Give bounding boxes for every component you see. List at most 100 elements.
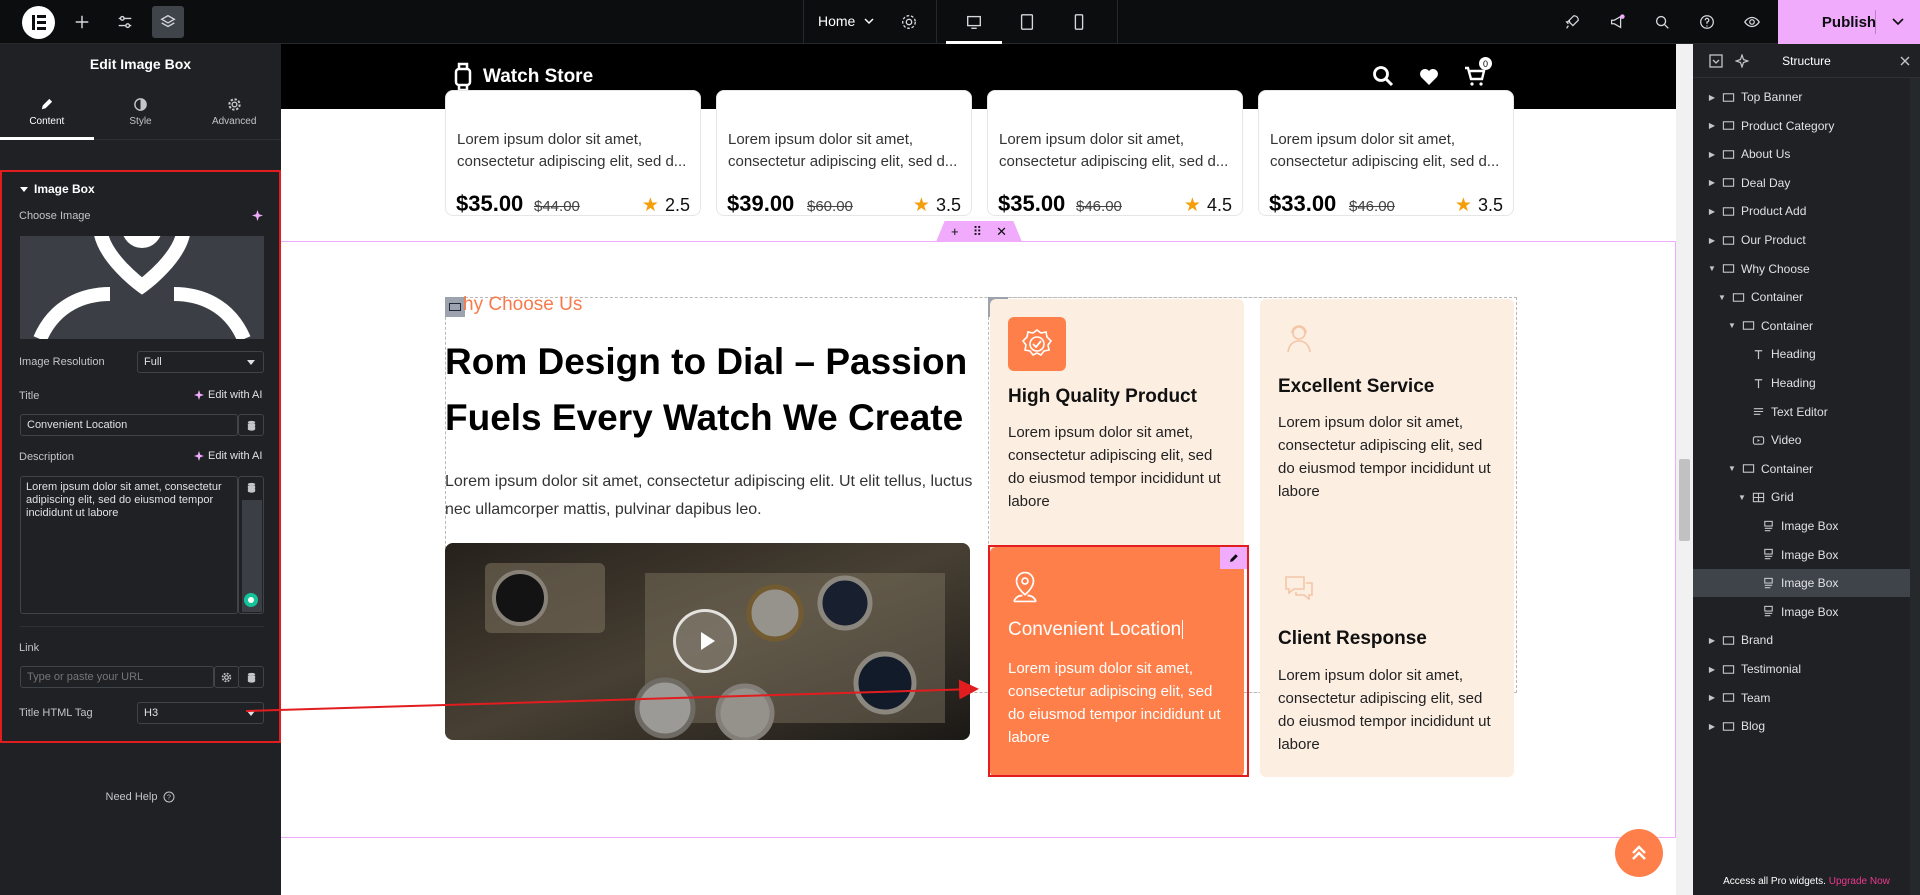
caret-right-icon[interactable]: ▶	[1707, 665, 1717, 674]
dynamic-tags-button[interactable]	[238, 414, 264, 436]
publish-button[interactable]: Publish	[1778, 0, 1920, 44]
collapse-all-icon[interactable]	[1709, 54, 1723, 68]
site-logo[interactable]: Watch Store	[453, 62, 593, 92]
navigator-item[interactable]: ▶ Brand	[1693, 626, 1920, 654]
grammarly-icon[interactable]	[243, 592, 259, 608]
tab-style[interactable]: Style	[94, 84, 188, 139]
layers-icon[interactable]	[152, 6, 184, 38]
delete-section-icon[interactable]: ✕	[996, 224, 1007, 240]
rocket-icon[interactable]	[1560, 10, 1584, 34]
page-settings-icon[interactable]	[897, 10, 921, 34]
section-toggle[interactable]: Image Box	[20, 182, 95, 196]
navigator-item[interactable]: Heading	[1693, 369, 1920, 397]
dynamic-tags-button[interactable]	[238, 476, 264, 498]
help-icon[interactable]	[1695, 10, 1719, 34]
tablet-icon[interactable]	[1015, 10, 1039, 34]
video-player[interactable]	[445, 543, 970, 740]
scrollbar-thumb[interactable]	[1679, 459, 1690, 541]
megaphone-icon[interactable]	[1605, 10, 1629, 34]
image-preview[interactable]	[20, 236, 264, 339]
navigator-item[interactable]: ▶ Deal Day	[1693, 169, 1920, 197]
navigator-item[interactable]: ▶ Team	[1693, 684, 1920, 712]
navigator-item[interactable]: ▶ Product Add	[1693, 197, 1920, 225]
navigator-item[interactable]: Image Box	[1693, 598, 1920, 626]
description-textarea[interactable]	[20, 476, 238, 614]
navigator-item[interactable]: Video	[1693, 426, 1920, 454]
navigator-scrollbar[interactable]	[1910, 78, 1920, 895]
plus-icon[interactable]	[70, 10, 94, 34]
caret-down-icon[interactable]: ▼	[1737, 493, 1747, 502]
navigator-item[interactable]: ▶ Our Product	[1693, 226, 1920, 254]
navigator-item[interactable]: Heading	[1693, 340, 1920, 368]
caret-right-icon[interactable]: ▶	[1707, 178, 1717, 187]
navigator-item[interactable]: ▼ Container	[1693, 283, 1920, 311]
close-icon[interactable]	[1898, 54, 1912, 68]
caret-right-icon[interactable]: ▶	[1707, 236, 1717, 245]
edit-widget-button[interactable]	[1220, 547, 1247, 569]
elementor-logo-icon[interactable]	[22, 6, 55, 39]
product-card[interactable]: Lorem ipsum dolor sit amet, consectetur …	[1258, 90, 1514, 216]
add-section-icon[interactable]: +	[951, 224, 959, 239]
caret-down-icon[interactable]: ▼	[1727, 464, 1737, 473]
navigator-item[interactable]: Image Box	[1693, 569, 1920, 598]
caret-right-icon[interactable]: ▶	[1707, 636, 1717, 645]
caret-right-icon[interactable]: ▶	[1707, 93, 1717, 102]
caret-right-icon[interactable]: ▶	[1707, 150, 1717, 159]
desktop-icon[interactable]	[962, 10, 986, 34]
drag-handle-icon[interactable]: ⠿	[973, 224, 983, 240]
title-input[interactable]: Convenient Location	[20, 414, 238, 436]
upgrade-now-link[interactable]: Upgrade Now	[1829, 876, 1890, 887]
caret-down-icon[interactable]: ▼	[1707, 264, 1717, 273]
navigator-item[interactable]: ▶ Product Category	[1693, 112, 1920, 140]
feature-box[interactable]: High Quality Product Lorem ipsum dolor s…	[990, 299, 1244, 576]
tab-advanced[interactable]: Advanced	[187, 84, 281, 139]
badge-check-icon	[1008, 317, 1066, 371]
caret-right-icon[interactable]: ▶	[1707, 722, 1717, 731]
feature-box[interactable]: Client Response Lorem ipsum dolor sit am…	[1260, 547, 1514, 777]
caret-right-icon[interactable]: ▶	[1707, 693, 1717, 702]
navigator-item[interactable]: ▼ Why Choose	[1693, 255, 1920, 283]
product-card[interactable]: Lorem ipsum dolor sit amet, consectetur …	[987, 90, 1243, 216]
caret-down-icon[interactable]: ▼	[1717, 293, 1727, 302]
mobile-icon[interactable]	[1067, 10, 1091, 34]
navigator-item[interactable]: ▼ Grid	[1693, 483, 1920, 511]
page-selector[interactable]: Home	[818, 13, 875, 29]
heart-icon[interactable]	[1417, 64, 1441, 88]
product-card[interactable]: Lorem ipsum dolor sit amet, consectetur …	[716, 90, 972, 216]
link-options-button[interactable]	[214, 666, 239, 688]
navigator-item[interactable]: ▶ Blog	[1693, 712, 1920, 740]
chevron-down-icon[interactable]	[1890, 13, 1906, 29]
dynamic-tags-button[interactable]	[238, 666, 264, 688]
navigator-item[interactable]: ▼ Container	[1693, 312, 1920, 340]
navigator-item[interactable]: ▶ Top Banner	[1693, 83, 1920, 111]
edit-with-ai-description[interactable]: Edit with AI	[194, 450, 262, 462]
navigator-item[interactable]: Text Editor	[1693, 398, 1920, 426]
caret-down-icon[interactable]: ▼	[1727, 321, 1737, 330]
navigator-item[interactable]: Image Box	[1693, 541, 1920, 569]
product-card[interactable]: Lorem ipsum dolor sit amet, consectetur …	[445, 90, 701, 216]
caret-right-icon[interactable]: ▶	[1707, 207, 1717, 216]
ai-sparkle-icon[interactable]	[252, 210, 263, 221]
search-icon[interactable]	[1650, 10, 1674, 34]
navigator-item[interactable]: ▼ Container	[1693, 455, 1920, 483]
navigator-item[interactable]: ▶ Testimonial	[1693, 655, 1920, 683]
search-icon[interactable]	[1371, 64, 1395, 88]
container-handle[interactable]	[445, 297, 465, 317]
edit-with-ai-title[interactable]: Edit with AI	[194, 389, 262, 401]
title-tag-select[interactable]: H3	[137, 702, 264, 724]
sliders-icon[interactable]	[113, 10, 137, 34]
need-help-link[interactable]: Need Help ?	[0, 791, 281, 803]
image-resolution-select[interactable]: Full	[137, 351, 264, 373]
caret-right-icon[interactable]: ▶	[1707, 121, 1717, 130]
section-handle[interactable]: + ⠿ ✕	[936, 221, 1022, 242]
tab-content[interactable]: Content	[0, 84, 94, 140]
navigator-item[interactable]: ▶ About Us	[1693, 140, 1920, 168]
eye-icon[interactable]	[1740, 10, 1764, 34]
scroll-to-top-button[interactable]	[1615, 829, 1663, 877]
ai-sparkle-icon[interactable]	[1735, 54, 1749, 68]
link-input[interactable]	[20, 666, 214, 688]
canvas-scrollbar[interactable]	[1676, 44, 1693, 895]
feature-box[interactable]: Excellent Service Lorem ipsum dolor sit …	[1260, 299, 1514, 576]
play-button[interactable]	[673, 609, 737, 673]
navigator-item[interactable]: Image Box	[1693, 512, 1920, 540]
